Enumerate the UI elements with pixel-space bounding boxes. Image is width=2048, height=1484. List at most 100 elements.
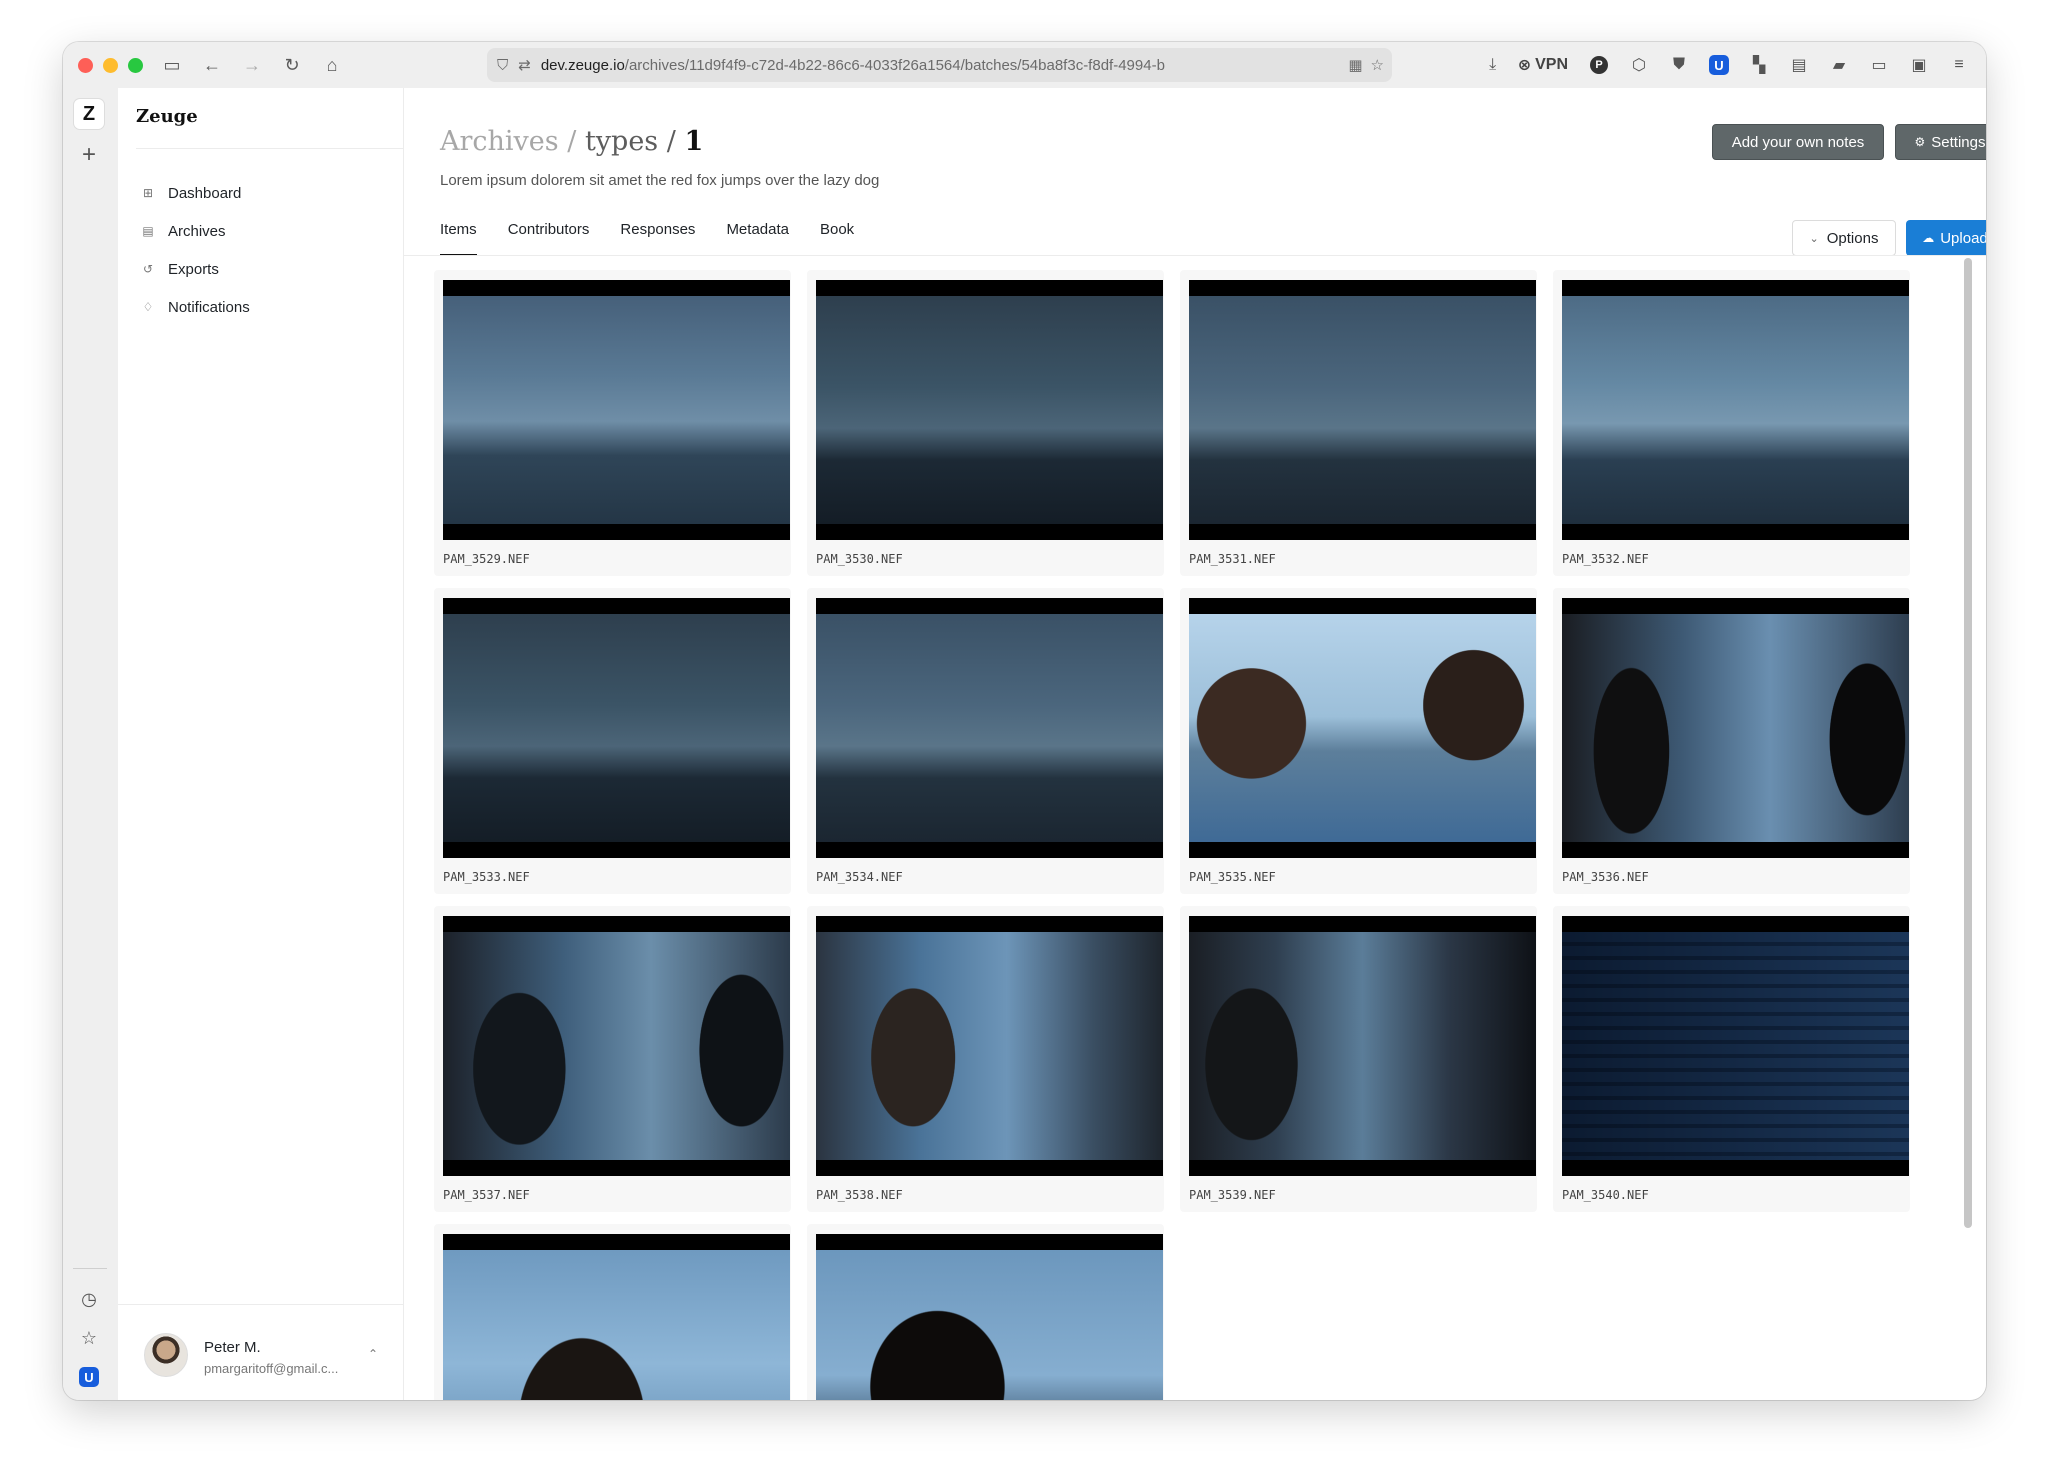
item-card[interactable]: PAM_3534.NEF bbox=[807, 588, 1164, 894]
item-thumbnail[interactable] bbox=[816, 916, 1163, 1176]
tab-book[interactable]: Book bbox=[820, 218, 854, 256]
url-bar[interactable]: ⛉ ⇄ dev.zeuge.io/archives/11d9f4f9-c72d-… bbox=[487, 48, 1392, 82]
back-arrow-icon[interactable]: ← bbox=[197, 50, 227, 80]
sidebar-item-dashboard[interactable]: ⊞ Dashboard bbox=[140, 174, 250, 212]
item-thumbnail[interactable] bbox=[1189, 598, 1536, 858]
chevron-down-icon: ⌄ bbox=[1809, 232, 1819, 245]
thumbnail-image bbox=[1189, 296, 1536, 524]
qr-code-icon[interactable]: ▦ bbox=[1348, 56, 1362, 74]
reload-icon[interactable]: ↻ bbox=[277, 50, 307, 80]
thumbnail-image bbox=[1562, 932, 1909, 1160]
item-thumbnail[interactable] bbox=[443, 598, 790, 858]
grid-icon: ⊞ bbox=[142, 186, 154, 200]
chevron-up-icon[interactable]: ⌃ bbox=[368, 1347, 378, 1361]
item-filename: PAM_3540.NEF bbox=[1562, 1188, 1649, 1202]
gear-icon: ⚙ bbox=[1914, 135, 1926, 149]
options-button[interactable]: ⌄ Options bbox=[1792, 220, 1896, 256]
item-thumbnail[interactable] bbox=[1562, 598, 1909, 858]
sidebar-item-label: Exports bbox=[168, 260, 219, 278]
tab-metadata[interactable]: Metadata bbox=[726, 218, 789, 256]
item-thumbnail[interactable] bbox=[1562, 916, 1909, 1176]
screenshot-icon[interactable]: ▰ bbox=[1824, 50, 1854, 80]
tab-items[interactable]: Items bbox=[440, 218, 477, 256]
sidebar-item-archives[interactable]: ▤ Archives bbox=[140, 212, 250, 250]
scrollbar[interactable] bbox=[1964, 258, 1972, 1228]
window-controls bbox=[78, 57, 143, 73]
bitwarden-rail-icon[interactable]: U bbox=[74, 1362, 104, 1392]
star-icon[interactable]: ☆ bbox=[74, 1323, 104, 1353]
item-thumbnail[interactable] bbox=[816, 1234, 1163, 1400]
home-icon[interactable]: ⌂ bbox=[317, 50, 347, 80]
sidebar-toggle-icon[interactable]: ▭ bbox=[157, 50, 187, 80]
bookmark-star-icon[interactable]: ☆ bbox=[1371, 56, 1384, 74]
item-thumbnail[interactable] bbox=[816, 598, 1163, 858]
tab-responses[interactable]: Responses bbox=[620, 218, 695, 256]
permissions-icon[interactable]: ⇄ bbox=[518, 56, 531, 74]
item-card[interactable]: PAM_3531.NEF bbox=[1180, 270, 1537, 576]
item-card[interactable] bbox=[434, 1224, 791, 1400]
settings-label: Settings bbox=[1931, 133, 1986, 151]
maximize-window-button[interactable] bbox=[128, 57, 143, 73]
archive-icon: ▤ bbox=[142, 224, 154, 238]
shield-icon[interactable]: ⛉ bbox=[497, 57, 508, 74]
options-label: Options bbox=[1826, 229, 1879, 247]
extension-shield-icon[interactable]: ⛊ bbox=[1664, 50, 1694, 80]
extension-puzzle-icon[interactable]: ⬡ bbox=[1624, 50, 1654, 80]
item-card[interactable]: PAM_3533.NEF bbox=[434, 588, 791, 894]
container-icon[interactable]: ▤ bbox=[1784, 50, 1814, 80]
history-icon[interactable]: ◷ bbox=[74, 1284, 104, 1314]
url-text[interactable]: dev.zeuge.io/archives/11d9f4f9-c72d-4b22… bbox=[541, 57, 1241, 74]
upload-label: Upload bbox=[1940, 229, 1986, 247]
item-card[interactable]: PAM_3539.NEF bbox=[1180, 906, 1537, 1212]
item-thumbnail[interactable] bbox=[1562, 280, 1909, 540]
item-card[interactable]: PAM_3536.NEF bbox=[1553, 588, 1910, 894]
item-thumbnail[interactable] bbox=[816, 280, 1163, 540]
vpn-button[interactable]: ⊗ VPN bbox=[1518, 55, 1568, 75]
item-thumbnail[interactable] bbox=[1189, 280, 1536, 540]
apps-grid-icon[interactable]: ▚ bbox=[1744, 50, 1774, 80]
item-card[interactable]: PAM_3537.NEF bbox=[434, 906, 791, 1212]
add-icon[interactable]: + bbox=[74, 140, 104, 170]
item-filename: PAM_3533.NEF bbox=[443, 870, 530, 884]
tab-contributors[interactable]: Contributors bbox=[508, 218, 590, 256]
page-subtitle: Lorem ipsum dolorem sit amet the red fox… bbox=[440, 172, 880, 189]
upload-button[interactable]: ☁ Upload bbox=[1906, 220, 1986, 256]
user-email: pmargaritoff@gmail.c... bbox=[204, 1361, 339, 1376]
close-window-button[interactable] bbox=[78, 57, 93, 73]
add-notes-button[interactable]: Add your own notes bbox=[1712, 124, 1884, 160]
item-filename: PAM_3537.NEF bbox=[443, 1188, 530, 1202]
app-logo[interactable]: Z bbox=[74, 99, 104, 129]
item-thumbnail[interactable] bbox=[1189, 916, 1536, 1176]
forward-arrow-icon[interactable]: → bbox=[237, 50, 267, 80]
menu-icon[interactable]: ≡ bbox=[1944, 50, 1974, 80]
extension-square-icon[interactable]: ▣ bbox=[1904, 50, 1934, 80]
settings-button[interactable]: ⚙ Settings bbox=[1895, 124, 1986, 160]
item-card[interactable]: PAM_3535.NEF bbox=[1180, 588, 1537, 894]
breadcrumb-archives[interactable]: Archives bbox=[440, 126, 559, 157]
item-card[interactable]: PAM_3540.NEF bbox=[1553, 906, 1910, 1212]
thumbnail-image bbox=[443, 614, 790, 842]
user-menu[interactable]: Peter M. pmargaritoff@gmail.c... ⌃ bbox=[118, 1304, 404, 1400]
bitwarden-icon[interactable]: U bbox=[1704, 50, 1734, 80]
item-thumbnail[interactable] bbox=[443, 916, 790, 1176]
sidebar-item-notifications[interactable]: ♢ Notifications bbox=[140, 288, 250, 326]
item-card[interactable]: PAM_3538.NEF bbox=[807, 906, 1164, 1212]
sidebar-item-exports[interactable]: ↺ Exports bbox=[140, 250, 250, 288]
item-filename: PAM_3538.NEF bbox=[816, 1188, 903, 1202]
add-notes-label: Add your own notes bbox=[1731, 133, 1865, 151]
breadcrumb-types[interactable]: types bbox=[585, 126, 658, 157]
item-thumbnail[interactable] bbox=[443, 280, 790, 540]
minimize-window-button[interactable] bbox=[103, 57, 118, 73]
sidebar-panel-icon[interactable]: ▭ bbox=[1864, 50, 1894, 80]
item-card[interactable] bbox=[807, 1224, 1164, 1400]
extension-p-icon[interactable]: P bbox=[1584, 50, 1614, 80]
download-icon[interactable]: ⤓ bbox=[1478, 50, 1508, 80]
thumbnail-image bbox=[816, 296, 1163, 524]
upload-cloud-icon: ☁ bbox=[1922, 231, 1935, 245]
item-card[interactable]: PAM_3530.NEF bbox=[807, 270, 1164, 576]
sidebar: Zeuge ⊞ Dashboard ▤ Archives ↺ Exports ♢… bbox=[118, 88, 404, 1400]
item-card[interactable]: PAM_3529.NEF bbox=[434, 270, 791, 576]
item-card[interactable]: PAM_3532.NEF bbox=[1553, 270, 1910, 576]
sidebar-item-label: Dashboard bbox=[168, 184, 242, 202]
item-thumbnail[interactable] bbox=[443, 1234, 790, 1400]
